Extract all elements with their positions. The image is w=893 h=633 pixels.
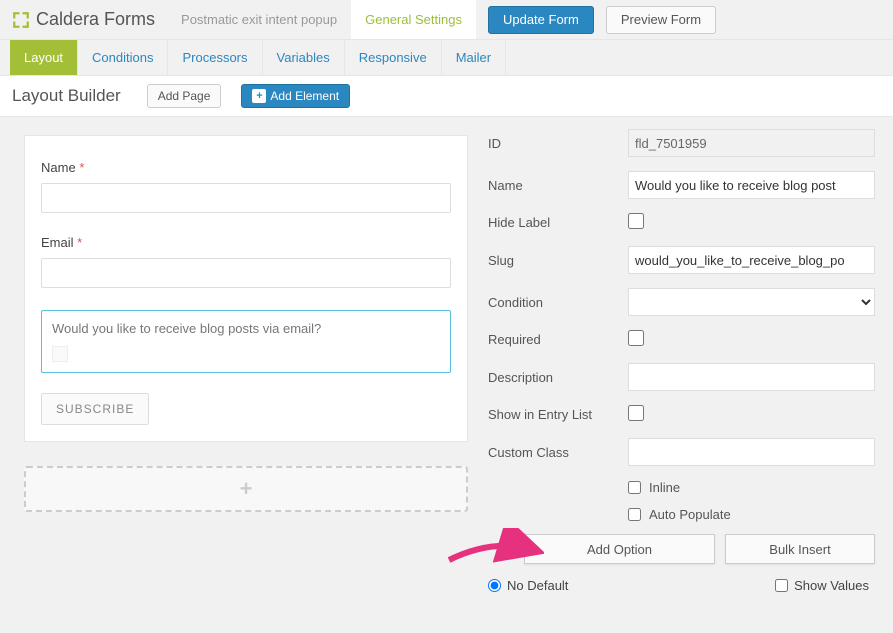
preview-checkbox-field-selected[interactable]: Would you like to receive blog posts via… <box>41 310 451 373</box>
bulk-insert-button[interactable]: Bulk Insert <box>725 534 875 564</box>
brand: Caldera Forms <box>0 0 167 39</box>
email-input[interactable] <box>41 258 451 288</box>
setting-id: ID <box>488 129 875 157</box>
setting-inline: Inline <box>628 480 875 495</box>
setting-required: Required <box>488 330 875 349</box>
hide-label-checkbox[interactable] <box>628 213 644 229</box>
update-form-button[interactable]: Update Form <box>488 6 594 34</box>
condition-select[interactable] <box>628 288 875 316</box>
builder-header: Layout Builder Add Page + Add Element <box>0 76 893 117</box>
auto-populate-label: Auto Populate <box>649 507 731 522</box>
topbar: Caldera Forms Postmatic exit intent popu… <box>0 0 893 40</box>
add-element-label: Add Element <box>270 89 339 103</box>
tab-form-name[interactable]: Postmatic exit intent popup <box>167 0 351 39</box>
brand-title: Caldera Forms <box>36 9 155 30</box>
inline-checkbox[interactable] <box>628 481 641 494</box>
show-entry-checkbox[interactable] <box>628 405 644 421</box>
required-label: Required <box>488 332 628 347</box>
id-input <box>628 129 875 157</box>
form-preview-card: Name * Email * Would you like to receive… <box>24 135 468 442</box>
id-label: ID <box>488 136 628 151</box>
plus-icon: + <box>240 476 253 502</box>
name-label: Name * <box>41 160 451 175</box>
plus-icon: + <box>252 89 266 103</box>
subtab-variables[interactable]: Variables <box>263 40 345 75</box>
show-values-label: Show Values <box>794 578 869 593</box>
setting-hide-label: Hide Label <box>488 213 875 232</box>
preview-name-field[interactable]: Name * <box>41 160 451 213</box>
description-label: Description <box>488 370 628 385</box>
condition-label: Condition <box>488 295 628 310</box>
slug-label: Slug <box>488 253 628 268</box>
custom-class-input[interactable] <box>628 438 875 466</box>
annotation-arrow-icon <box>444 528 544 575</box>
checkbox-question-label: Would you like to receive blog posts via… <box>52 321 440 336</box>
subtab-conditions[interactable]: Conditions <box>78 40 168 75</box>
tab-general-settings[interactable]: General Settings <box>351 0 476 39</box>
main: Name * Email * Would you like to receive… <box>0 117 893 605</box>
checkbox-placeholder <box>52 346 68 362</box>
add-row-dropzone[interactable]: + <box>24 466 468 512</box>
setting-show-entry: Show in Entry List <box>488 405 875 424</box>
subscribe-button[interactable]: SUBSCRIBE <box>41 393 149 425</box>
builder-title: Layout Builder <box>12 86 121 106</box>
inline-label: Inline <box>649 480 680 495</box>
slug-input[interactable] <box>628 246 875 274</box>
options-buttons-row: Add Option Bulk Insert <box>524 534 875 564</box>
subtabs: Layout Conditions Processors Variables R… <box>0 40 893 76</box>
default-options-row: No Default Show Values <box>488 578 875 593</box>
preview-email-field[interactable]: Email * <box>41 235 451 288</box>
name-input[interactable] <box>41 183 451 213</box>
setting-slug: Slug <box>488 246 875 274</box>
show-values-checkbox[interactable] <box>775 579 788 592</box>
subtab-mailer[interactable]: Mailer <box>442 40 506 75</box>
setting-description: Description <box>488 363 875 391</box>
setting-custom-class: Custom Class <box>488 438 875 466</box>
setting-condition: Condition <box>488 288 875 316</box>
setting-name: Name <box>488 171 875 199</box>
subtab-processors[interactable]: Processors <box>168 40 262 75</box>
add-page-button[interactable]: Add Page <box>147 84 222 108</box>
required-asterisk: * <box>77 235 82 250</box>
required-checkbox[interactable] <box>628 330 644 346</box>
email-label: Email * <box>41 235 451 250</box>
name-setting-label: Name <box>488 178 628 193</box>
name-setting-input[interactable] <box>628 171 875 199</box>
field-settings-column: ID Name Hide Label Slug Condition Requir… <box>480 117 893 605</box>
no-default-label: No Default <box>507 578 568 593</box>
auto-populate-checkbox[interactable] <box>628 508 641 521</box>
layout-preview-column: Name * Email * Would you like to receive… <box>0 117 480 605</box>
custom-class-label: Custom Class <box>488 445 628 460</box>
description-input[interactable] <box>628 363 875 391</box>
required-asterisk: * <box>79 160 84 175</box>
show-entry-label: Show in Entry List <box>488 407 628 422</box>
subtab-responsive[interactable]: Responsive <box>345 40 442 75</box>
caldera-logo-icon <box>12 11 30 29</box>
hide-label-label: Hide Label <box>488 215 628 230</box>
add-element-button[interactable]: + Add Element <box>241 84 350 108</box>
subtab-layout[interactable]: Layout <box>10 40 78 75</box>
setting-auto-populate: Auto Populate <box>628 507 875 522</box>
preview-form-button[interactable]: Preview Form <box>606 6 716 34</box>
add-option-button[interactable]: Add Option <box>524 534 715 564</box>
no-default-radio[interactable] <box>488 579 501 592</box>
